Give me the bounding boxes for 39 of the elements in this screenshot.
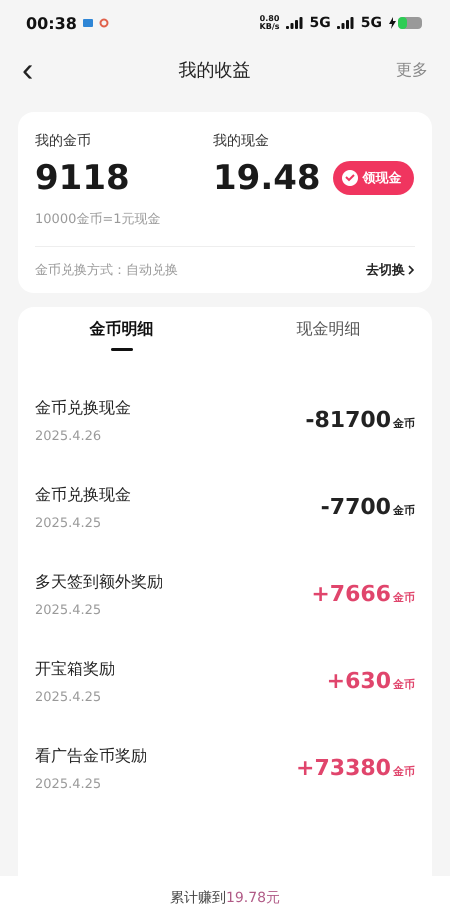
record-amount: -81700 金币 [305,408,415,433]
status-time: 00:38 [26,14,77,32]
switch-link[interactable]: 去切换 [366,261,415,279]
record-amount: +630 金币 [326,669,415,694]
page-title: 我的收益 [178,59,251,82]
exchange-rate: 10000金币=1元现金 [35,210,415,247]
coins-value: 9118 [35,158,131,198]
network-type: 5G [310,15,331,31]
total-earned-label: 累计赚到 [170,889,226,907]
tab[interactable]: 金币明细 [18,307,225,363]
record-date: 2025.4.25 [35,516,102,530]
back-button[interactable]: ‹ [22,53,34,87]
network-type: 5G [360,15,382,31]
record-date: 2025.4.26 [35,428,102,444]
cash-value: 19.48 [213,158,321,198]
record-title: 开宝箱奖励 [35,658,115,680]
record-amount: +7666 金币 [311,582,415,607]
coins-label: 我的金币 [35,132,92,150]
record-date: 2025.4.25 [35,776,102,792]
record-title: 金币兑换现金 [35,484,131,506]
record-amount: +73380 金币 [296,756,415,781]
chevron-icon [408,265,415,275]
record-title: 金币兑换现金 [35,398,131,418]
ring-icon [98,18,109,28]
record-title: 多天签到额外奖励 [35,572,163,592]
exchange-mode: 金币兑换方式：自动兑换 [35,262,178,279]
record-title: 看广告金币奖励 [35,746,147,766]
total-earned-amount: 19.78元 [226,889,280,907]
record-date: 2025.4.25 [35,690,102,704]
tab[interactable]: 现金明细 [225,307,432,363]
network-speed: 0.80 KB/s [260,15,280,31]
signal-icon [336,17,355,29]
battery-icon [388,16,424,30]
notification-icon [82,19,93,27]
record-date: 2025.4.25 [35,602,102,618]
signal-icon [286,17,304,29]
cash-label: 我的现金 [213,132,270,150]
withdraw-button[interactable]: 领现金 [332,161,414,195]
record-amount: -7700 金币 [320,495,415,520]
